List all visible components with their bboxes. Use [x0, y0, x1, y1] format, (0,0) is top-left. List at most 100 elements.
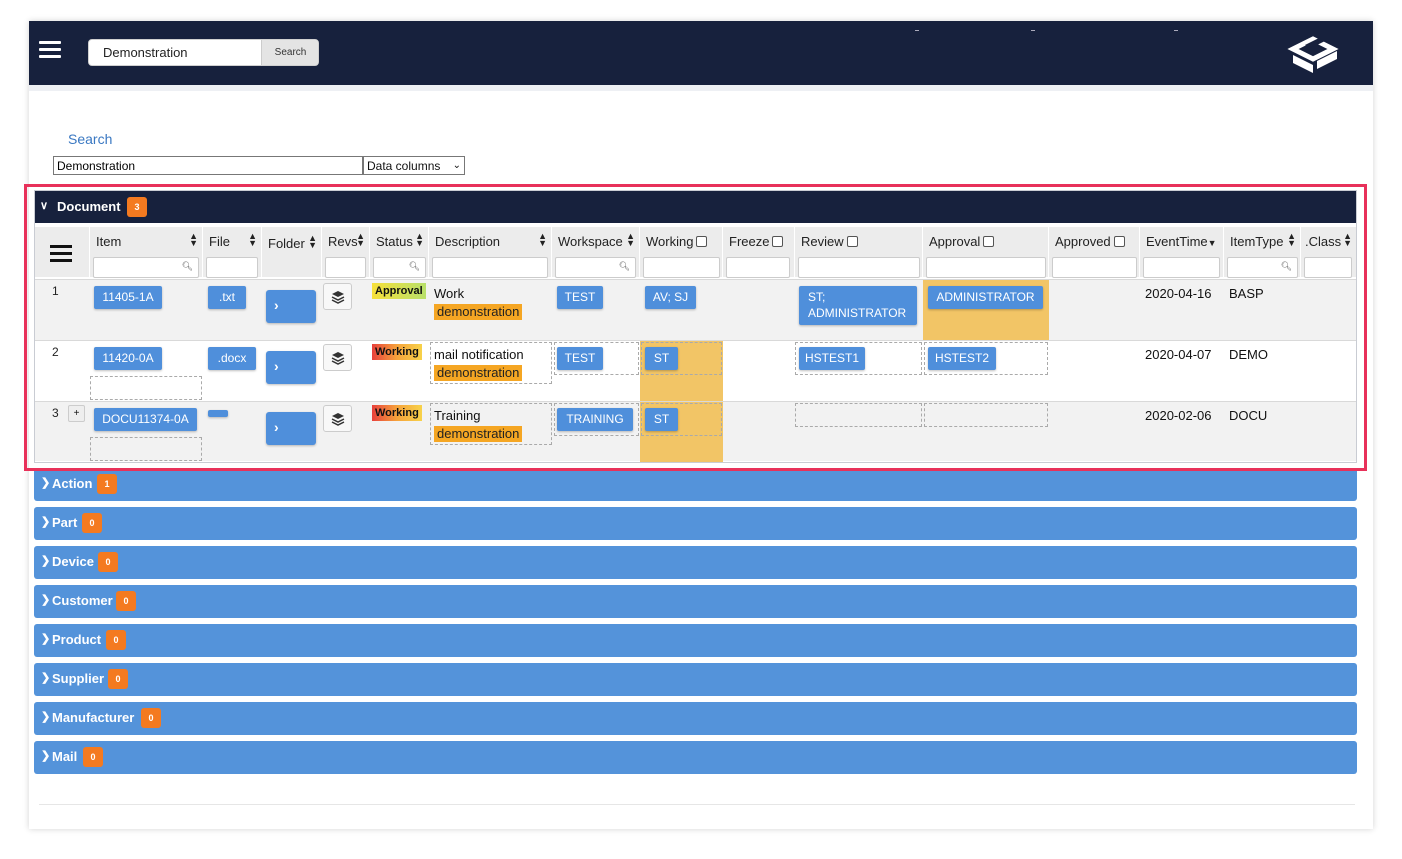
review-checkbox[interactable] [846, 236, 858, 247]
folder-button[interactable]: › [266, 290, 316, 323]
sort-icon[interactable]: ▲ ▼ [248, 232, 257, 248]
row-number: 1 [52, 284, 59, 298]
hamburger-icon[interactable] [39, 41, 61, 59]
filter-item-input[interactable]: 🔍︎ [93, 257, 199, 278]
sort-icon[interactable]: ▲ ▼ [189, 232, 198, 248]
filter-file-input[interactable] [206, 257, 258, 278]
sort-desc-icon[interactable]: ▼ [1208, 238, 1217, 248]
header-working[interactable]: Working [640, 227, 723, 278]
search-icon: 🔍︎ [408, 261, 420, 271]
sort-icon[interactable]: ▲ ▼ [1343, 232, 1352, 248]
description-tag[interactable]: demonstration [434, 304, 523, 320]
header-class[interactable]: .Class ▲ ▼ [1301, 227, 1356, 278]
item-drop-zone[interactable] [90, 376, 202, 400]
section-action[interactable]: ❯ Action 1 [34, 468, 1357, 501]
filter-approved-input[interactable] [1052, 257, 1137, 278]
header-eventtime[interactable]: EventTime▼ [1140, 227, 1224, 278]
approval-checkbox[interactable] [983, 236, 995, 247]
top-search-input[interactable] [89, 40, 261, 65]
search-filter-input[interactable] [53, 156, 363, 175]
workspace-button[interactable]: TRAINING [557, 408, 633, 431]
section-manufacturer[interactable]: ❯ Manufacturer 0 [34, 702, 1357, 735]
section-product[interactable]: ❯ Product 0 [34, 624, 1357, 657]
header-description[interactable]: Description ▲ ▼ [429, 227, 552, 278]
workspace-button[interactable]: TEST [557, 286, 603, 309]
filter-eventtime-input[interactable] [1143, 257, 1220, 278]
item-link-button[interactable]: DOCU11374-0A [94, 408, 197, 431]
top-search-button[interactable]: Search [261, 40, 318, 65]
file-link-button[interactable]: .docx [208, 347, 256, 370]
column-menu-icon[interactable] [50, 245, 72, 263]
section-device[interactable]: ❯ Device 0 [34, 546, 1357, 579]
header-item[interactable]: Item ▲ ▼ 🔍︎ [90, 227, 203, 278]
section-supplier[interactable]: ❯ Supplier 0 [34, 663, 1357, 696]
filter-itemtype-input[interactable]: 🔍︎ [1227, 257, 1298, 278]
header-revs[interactable]: Revs ▲ ▼ [322, 227, 370, 278]
filter-freeze-input[interactable] [726, 257, 790, 278]
revisions-button[interactable] [323, 405, 352, 432]
working-button[interactable]: AV; SJ [645, 286, 696, 309]
item-link-button[interactable]: 11405-1A [94, 286, 162, 309]
approval-drop-zone[interactable] [924, 403, 1048, 427]
description-tag[interactable]: demonstration [434, 365, 523, 381]
filter-workspace-input[interactable]: 🔍︎ [555, 257, 636, 278]
header-status[interactable]: Status ▲ ▼ 🔍︎ [370, 227, 429, 278]
sort-icon[interactable]: ▲ ▼ [356, 232, 365, 248]
revisions-button[interactable] [323, 283, 352, 310]
working-button[interactable]: ST [645, 347, 678, 370]
chevron-right-icon: › [274, 297, 279, 313]
sort-icon[interactable]: ▲ ▼ [1287, 232, 1296, 248]
filter-revs-input[interactable] [325, 257, 366, 278]
section-title: Customer [52, 593, 113, 608]
working-button[interactable]: ST [645, 408, 678, 431]
expand-row-button[interactable]: + [68, 405, 85, 422]
section-part[interactable]: ❯ Part 0 [34, 507, 1357, 540]
revisions-button[interactable] [323, 344, 352, 371]
header-status-label: Status [376, 234, 413, 249]
approval-button[interactable]: HSTEST2 [928, 347, 996, 370]
header-file[interactable]: File ▲ ▼ [203, 227, 262, 278]
header-review[interactable]: Review [795, 227, 923, 278]
file-link-button[interactable]: .txt [208, 286, 246, 309]
sort-icon[interactable]: ▲ ▼ [415, 232, 424, 248]
header-freeze[interactable]: Freeze [723, 227, 795, 278]
folder-button[interactable]: › [266, 412, 316, 445]
review-button[interactable]: ST; ADMINISTRATOR [799, 286, 917, 325]
filter-status-input[interactable]: 🔍︎ [373, 257, 426, 278]
section-mail[interactable]: ❯ Mail 0 [34, 741, 1357, 774]
document-section-header[interactable]: ∨ Document 3 [35, 191, 1356, 223]
working-checkbox[interactable] [696, 236, 708, 247]
header-workspace[interactable]: Workspace ▲ ▼ 🔍︎ [552, 227, 640, 278]
review-button[interactable]: HSTEST1 [799, 347, 865, 370]
data-columns-select[interactable]: Data columns ⌄ [363, 156, 465, 175]
search-link[interactable]: Search [68, 131, 112, 147]
file-link-button[interactable] [208, 410, 228, 417]
status-badge: Working [372, 405, 422, 421]
folder-button[interactable]: › [266, 351, 316, 384]
header-item-label: Item [96, 234, 122, 249]
filter-review-input[interactable] [798, 257, 920, 278]
filter-working-input[interactable] [643, 257, 720, 278]
header-approved[interactable]: Approved [1049, 227, 1140, 278]
filter-description-input[interactable] [432, 257, 548, 278]
approved-checkbox[interactable] [1113, 236, 1125, 247]
description-tag[interactable]: demonstration [434, 426, 523, 442]
document-section-title: Document [57, 199, 121, 214]
workspace-button[interactable]: TEST [557, 347, 603, 370]
sort-icon[interactable]: ▲ ▼ [538, 232, 547, 248]
section-customer[interactable]: ❯ Customer 0 [34, 585, 1357, 618]
filter-class-input[interactable] [1304, 257, 1352, 278]
item-link-button[interactable]: 11420-0A [94, 347, 162, 370]
review-drop-zone[interactable] [795, 403, 922, 427]
sort-icon[interactable]: ▲ ▼ [626, 232, 635, 248]
header-approval[interactable]: Approval [923, 227, 1049, 278]
filter-approval-input[interactable] [926, 257, 1046, 278]
item-drop-zone[interactable] [90, 437, 202, 461]
sort-icon[interactable]: ▲ ▼ [308, 234, 317, 250]
review-line-2: ADMINISTRATOR [808, 306, 907, 320]
header-working-text: Working [646, 234, 694, 249]
freeze-checkbox[interactable] [772, 236, 784, 247]
approval-button[interactable]: ADMINISTRATOR [928, 286, 1043, 309]
header-folder[interactable]: Folder ▲ ▼ [262, 227, 322, 277]
header-itemtype[interactable]: ItemType ▲ ▼ 🔍︎ [1224, 227, 1301, 278]
